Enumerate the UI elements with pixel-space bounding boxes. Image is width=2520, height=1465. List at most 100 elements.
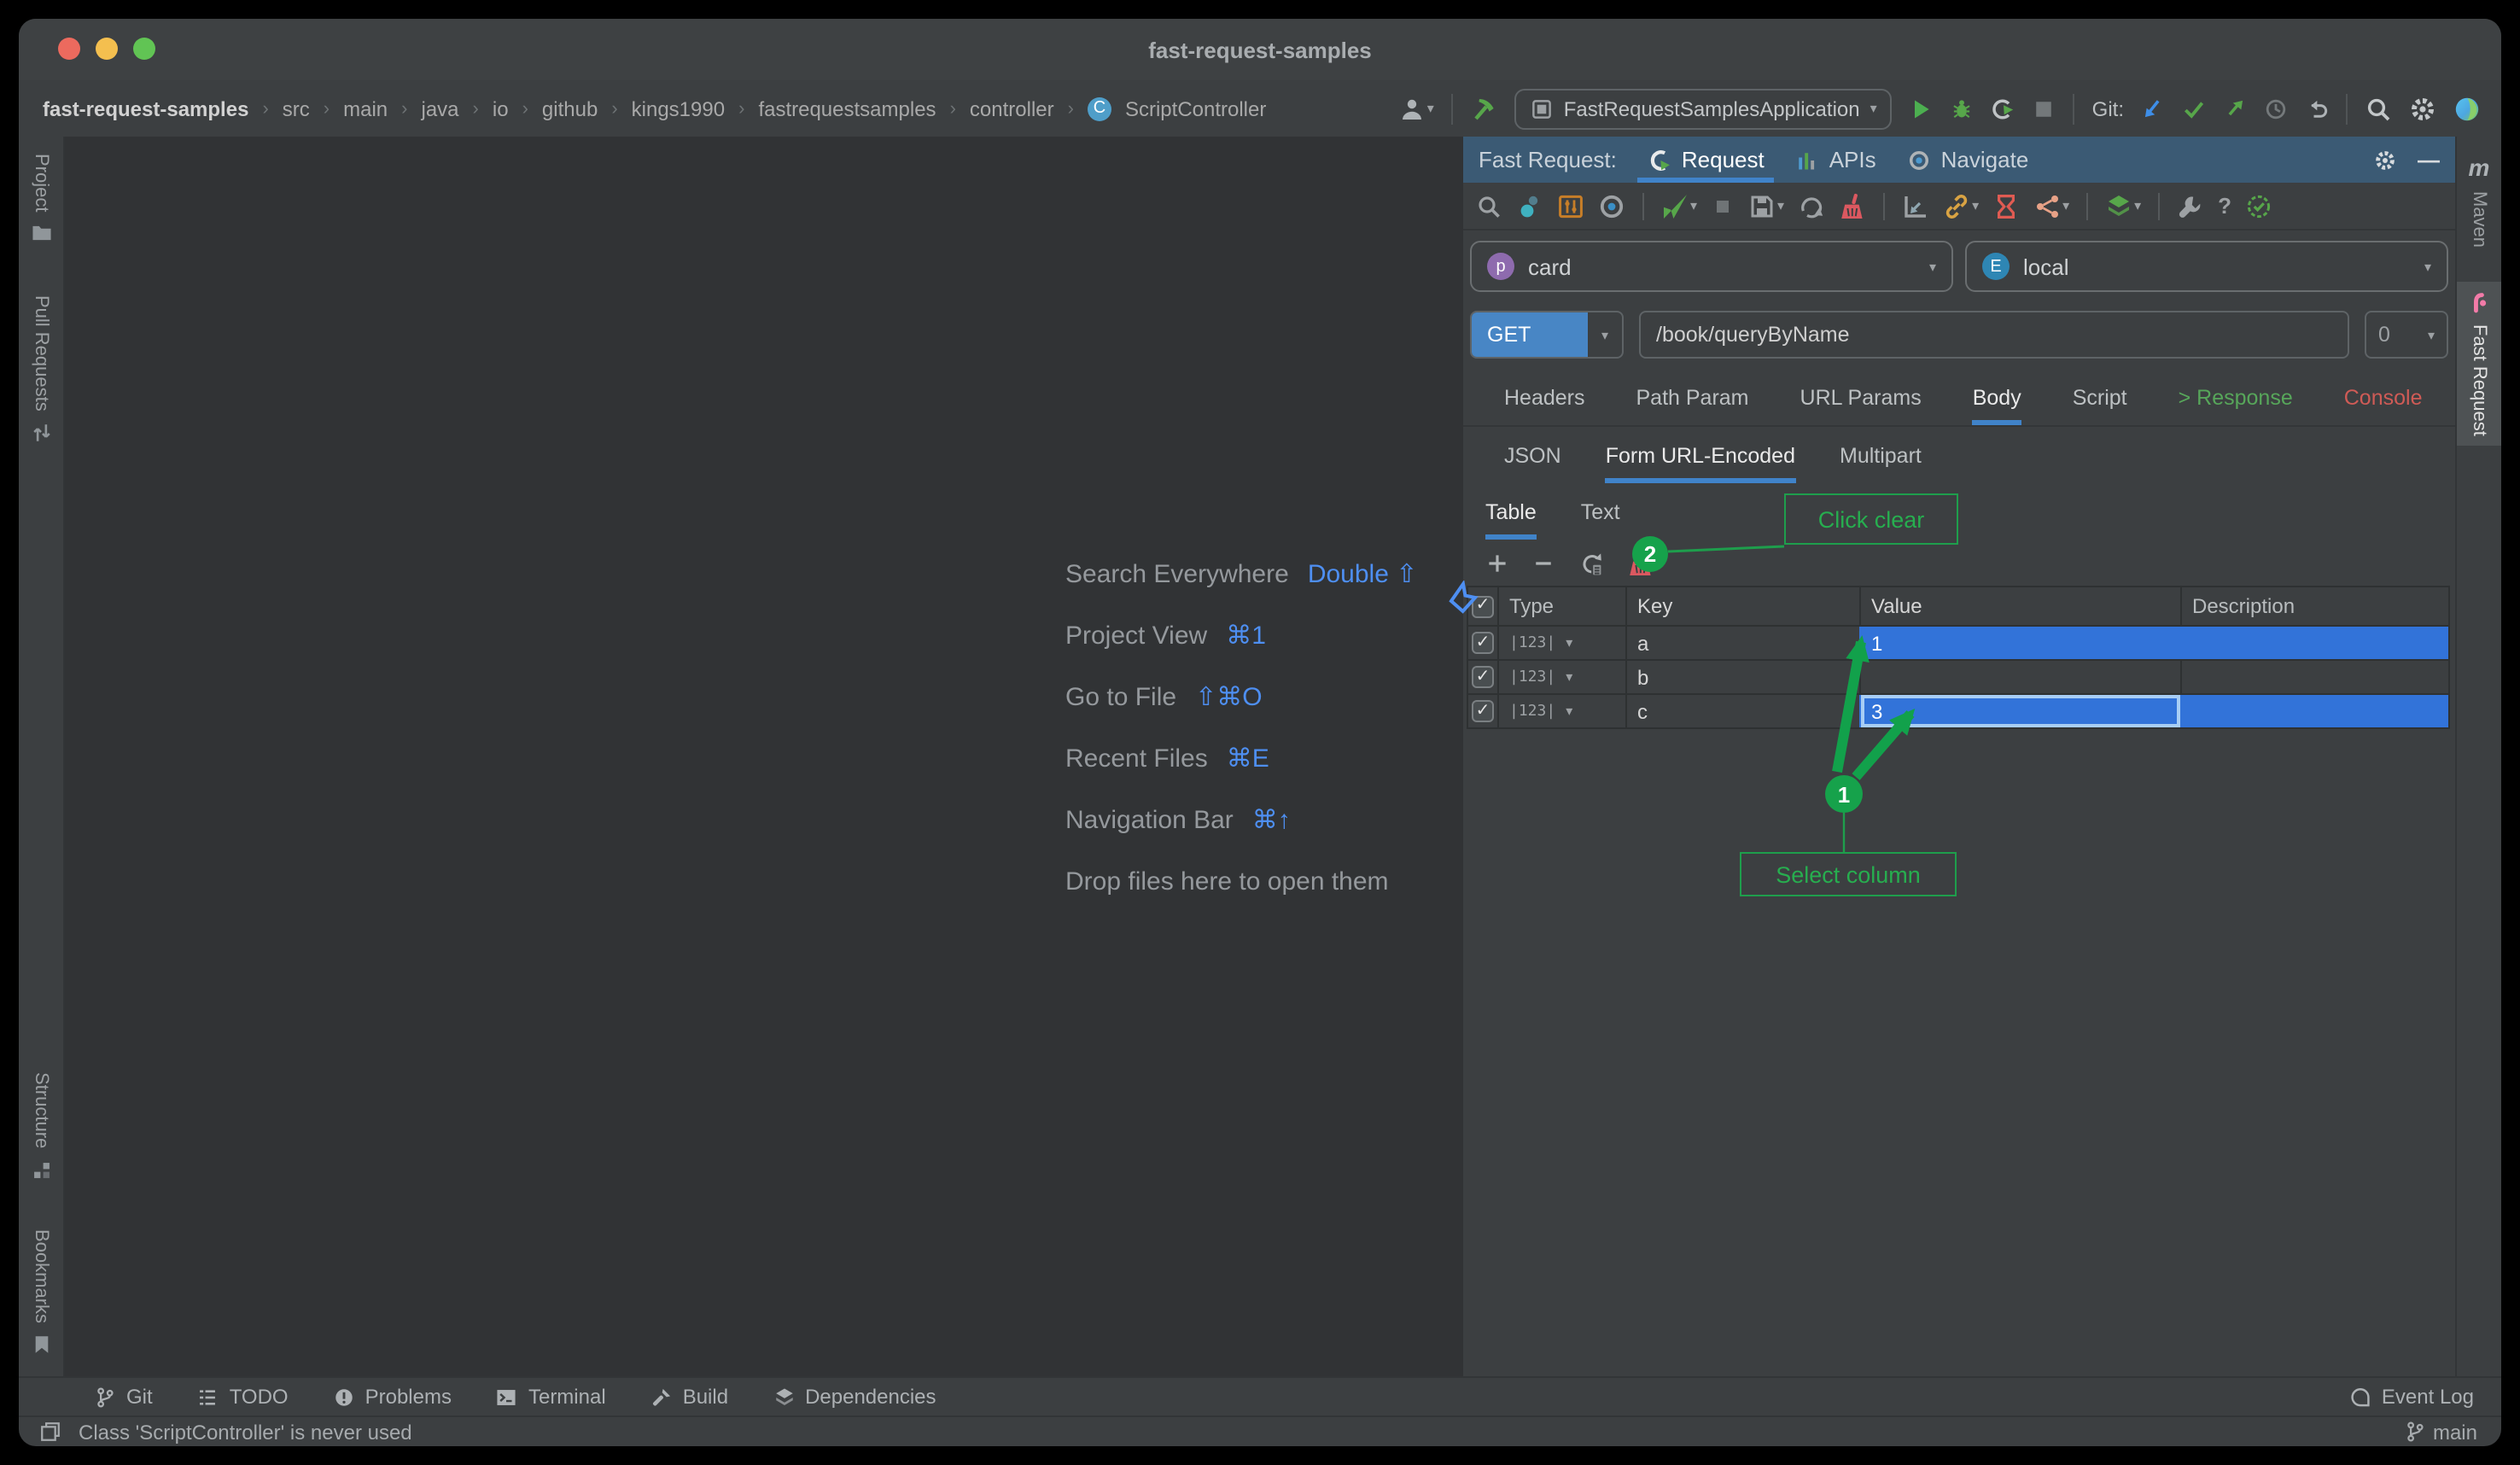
column-header-description[interactable]: Description (2180, 587, 2448, 625)
tab-multipart[interactable]: Multipart (1840, 427, 1922, 483)
breadcrumb-item[interactable]: github (542, 96, 598, 120)
license-badge-icon[interactable] (2245, 192, 2272, 219)
layers-icon[interactable]: ▾ (2105, 192, 2141, 219)
toolwindow-terminal[interactable]: Terminal (496, 1385, 606, 1409)
type-cell[interactable]: |123|▾ (1497, 661, 1625, 693)
row-checkbox[interactable] (1472, 700, 1494, 722)
debug-button[interactable] (1951, 96, 1975, 120)
connection-manager-icon[interactable] (1516, 192, 1543, 219)
history-button[interactable] (2264, 96, 2288, 120)
toolwindow-toggle-icon[interactable] (39, 1421, 61, 1443)
search-everywhere-icon[interactable] (2365, 95, 2392, 122)
timeout-hourglass-icon[interactable] (1992, 192, 2020, 219)
config-sliders-icon[interactable] (1557, 192, 1584, 219)
breadcrumb-item[interactable]: fast-request-samples (43, 96, 248, 120)
toolwindow-dependencies[interactable]: Dependencies (773, 1385, 936, 1409)
wrench-icon[interactable] (2177, 192, 2204, 219)
tab-console[interactable]: Console (2344, 369, 2423, 425)
send-request-button[interactable]: ▾ (1661, 192, 1697, 219)
row-checkbox[interactable] (1472, 666, 1494, 688)
breadcrumb-item[interactable]: io (493, 96, 509, 120)
settings-gear-icon[interactable] (2409, 95, 2436, 122)
run-with-coverage-button[interactable] (1992, 96, 2015, 120)
tab-text[interactable]: Text (1581, 483, 1620, 540)
key-cell[interactable]: b (1625, 661, 1859, 693)
column-header-key[interactable]: Key (1625, 587, 1859, 625)
run-configuration-select[interactable]: FastRequestSamplesApplication ▾ (1514, 88, 1893, 129)
value-cell-focused[interactable]: 3 (1859, 695, 2180, 727)
tab-body[interactable]: Body (1973, 369, 2021, 425)
breadcrumb-item[interactable]: controller (970, 96, 1054, 120)
environment-select[interactable]: E local ▾ (1965, 241, 2448, 292)
url-input[interactable]: /book/queryByName (1639, 311, 2349, 359)
description-cell[interactable] (2180, 695, 2448, 727)
type-cell[interactable]: |123|▾ (1497, 695, 1625, 727)
project-select[interactable]: p card ▾ (1470, 241, 1953, 292)
event-log-button[interactable]: Event Log (2349, 1385, 2474, 1409)
key-cell[interactable]: c (1625, 695, 1859, 727)
sidebar-item-pull-requests[interactable]: Pull Requests (19, 286, 63, 455)
clear-broom-icon[interactable] (1839, 192, 1866, 219)
generate-params-icon[interactable] (1578, 549, 1605, 576)
breadcrumb-item[interactable]: kings1990 (632, 96, 725, 120)
profile-button[interactable]: ▾ (1398, 95, 1434, 122)
tab-json[interactable]: JSON (1504, 427, 1561, 483)
row-checkbox[interactable] (1472, 632, 1494, 654)
sidebar-item-fast-request[interactable]: Fast Request (2457, 282, 2501, 447)
redo-icon[interactable] (1798, 192, 1825, 219)
run-button[interactable] (1910, 96, 1934, 120)
breadcrumb-item[interactable]: fastrequestsamples (758, 96, 936, 120)
add-row-icon[interactable] (1485, 551, 1509, 575)
zoom-window-button[interactable] (133, 38, 155, 60)
description-cell[interactable] (2180, 627, 2448, 659)
search-icon[interactable] (1475, 192, 1502, 219)
key-cell[interactable]: a (1625, 627, 1859, 659)
column-header-value[interactable]: Value (1859, 587, 2180, 625)
save-icon[interactable]: ▾ (1748, 192, 1784, 219)
value-cell[interactable]: 1 (1859, 627, 2180, 659)
toolwindow-git[interactable]: Git (94, 1385, 153, 1409)
remove-row-icon[interactable] (1531, 551, 1555, 575)
git-push-button[interactable] (2223, 96, 2247, 120)
git-update-button[interactable] (2141, 96, 2165, 120)
method-select[interactable]: GET ▾ (1470, 311, 1624, 359)
description-cell[interactable] (2180, 661, 2448, 693)
plugin-ball-icon[interactable] (2453, 95, 2481, 122)
git-commit-button[interactable] (2182, 96, 2206, 120)
sidebar-item-bookmarks[interactable]: Bookmarks (19, 1219, 63, 1366)
api-chart-icon[interactable] (1902, 192, 1929, 219)
toolwindow-problems[interactable]: Problems (333, 1385, 452, 1409)
value-cell[interactable] (1859, 661, 2180, 693)
sidebar-item-structure[interactable]: Structure (19, 1063, 63, 1192)
timeout-select[interactable]: 0▾ (2365, 311, 2448, 359)
toolwindow-todo[interactable]: TODO (197, 1385, 289, 1409)
type-cell[interactable]: |123|▾ (1497, 627, 1625, 659)
tab-script[interactable]: Script (2073, 369, 2127, 425)
sidebar-item-project[interactable]: Project (19, 143, 63, 255)
copy-link-icon[interactable]: ▾ (1943, 192, 1979, 219)
tab-headers[interactable]: Headers (1504, 369, 1585, 425)
tab-url-params[interactable]: URL Params (1800, 369, 1922, 425)
rollback-button[interactable] (2305, 96, 2329, 120)
tab-form-url-encoded[interactable]: Form URL-Encoded (1606, 427, 1795, 483)
share-icon[interactable]: ▾ (2033, 192, 2069, 219)
tab-path-param[interactable]: Path Param (1636, 369, 1749, 425)
breadcrumb-item[interactable]: main (343, 96, 388, 120)
git-branch-widget[interactable]: main (2404, 1420, 2477, 1444)
help-icon[interactable]: ? (2218, 193, 2231, 219)
stop-button[interactable] (2033, 96, 2056, 120)
tab-request[interactable]: Request (1648, 137, 1765, 183)
column-header-type[interactable]: Type (1497, 587, 1625, 625)
stop-request-icon[interactable] (1711, 194, 1735, 218)
close-window-button[interactable] (58, 38, 80, 60)
panel-settings-gear-icon[interactable] (2373, 148, 2397, 172)
breadcrumb-item[interactable]: java (422, 96, 459, 120)
sidebar-item-maven[interactable]: m Maven (2457, 143, 2501, 258)
hide-panel-icon[interactable]: — (2418, 147, 2440, 172)
toolwindow-build[interactable]: Build (650, 1385, 728, 1409)
fast-request-jump-icon[interactable] (1470, 95, 1497, 122)
tab-response[interactable]: > Response (2179, 369, 2293, 425)
tab-table[interactable]: Table (1485, 483, 1537, 540)
minimize-window-button[interactable] (96, 38, 118, 60)
tab-navigate[interactable]: Navigate (1907, 137, 2029, 183)
